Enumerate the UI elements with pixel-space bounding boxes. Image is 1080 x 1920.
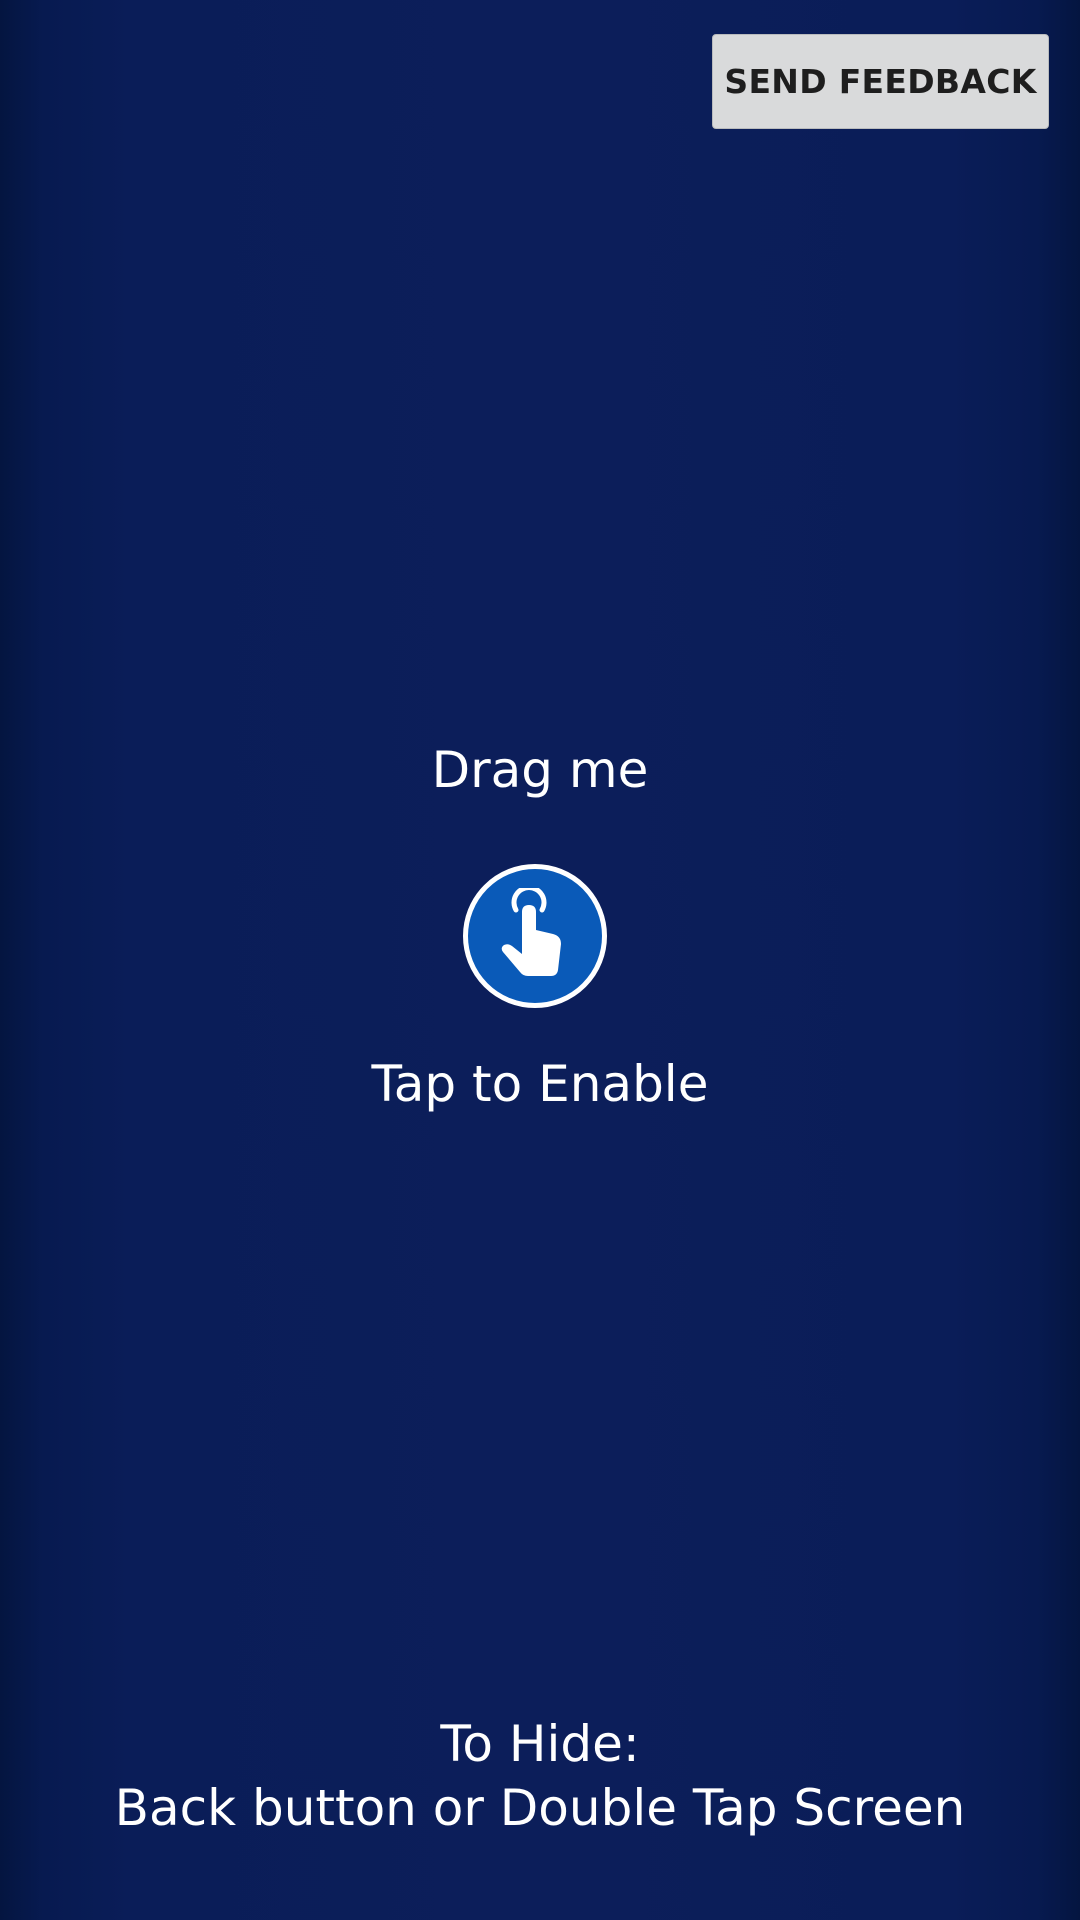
send-feedback-button[interactable]: SEND FEEDBACK <box>712 34 1049 129</box>
tap-to-enable-label: Tap to Enable <box>371 1055 709 1113</box>
drag-me-label: Drag me <box>431 741 649 799</box>
hide-title: To Hide: <box>440 1715 640 1773</box>
hide-instructions: To Hide: Back button or Double Tap Scree… <box>0 1712 1080 1840</box>
tap-hand-icon <box>501 888 561 976</box>
drag-handle-button[interactable] <box>463 864 607 1008</box>
hide-instructions-text: Back button or Double Tap Screen <box>114 1779 966 1837</box>
